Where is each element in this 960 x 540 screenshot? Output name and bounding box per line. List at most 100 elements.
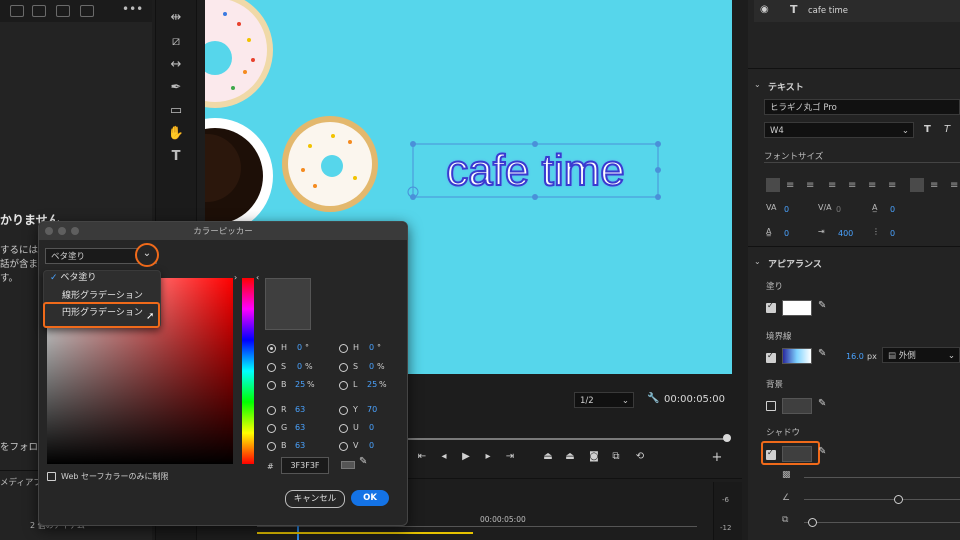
fill-color-swatch[interactable] (782, 300, 812, 316)
yuv-v-radio[interactable] (339, 442, 348, 451)
faux-italic-icon[interactable]: T (944, 124, 950, 135)
hsb-s-value[interactable]: 0 (297, 362, 302, 371)
hsl-s-value[interactable]: 0 (369, 362, 374, 371)
align-top-icon[interactable] (910, 178, 924, 192)
yuv-y-value[interactable]: 70 (367, 405, 377, 414)
hsb-b-value[interactable]: 25 (295, 380, 305, 389)
hsl-h-radio[interactable] (339, 344, 348, 353)
camera-icon[interactable]: ◙ (587, 451, 601, 462)
justify-left-icon[interactable]: ≡ (828, 180, 836, 191)
zoom-select[interactable]: 1/2 ⌄ (574, 392, 634, 408)
rgb-g-value[interactable]: 63 (295, 423, 305, 432)
justify-right-icon[interactable]: ≡ (868, 180, 876, 191)
shadow-distance-slider[interactable] (804, 522, 960, 523)
align-bottom-icon[interactable]: ≡ (950, 180, 958, 191)
icon-view-icon[interactable] (32, 5, 46, 17)
menu-item-solid[interactable]: ✓ ベタ塗り (50, 271, 96, 286)
play-icon[interactable]: ▶ (459, 451, 473, 462)
work-area-bar[interactable] (257, 532, 473, 534)
rgb-r-value[interactable]: 63 (295, 405, 305, 414)
rgb-g-radio[interactable] (267, 424, 276, 433)
stroke-type-select[interactable]: ▤ 外側 ⌄ (882, 347, 960, 363)
font-weight-select[interactable]: W4 ⌄ (764, 122, 914, 138)
align-center-icon[interactable]: ≡ (786, 180, 794, 191)
font-family-select[interactable]: ヒラギノ丸ゴ Pro (764, 99, 960, 115)
hsl-l-radio[interactable] (339, 381, 348, 390)
hue-slider[interactable] (242, 278, 254, 464)
web-safe-checkbox[interactable] (47, 472, 56, 481)
step-forward-icon[interactable]: ▸ (481, 451, 495, 462)
mark-in-icon[interactable]: ⇤ (415, 451, 429, 462)
text-section-toggle-icon[interactable]: ⌄ (754, 80, 761, 89)
align-middle-icon[interactable]: ≡ (930, 180, 938, 191)
slip-icon[interactable]: ↔ (166, 57, 186, 73)
list-view-icon[interactable] (10, 5, 24, 17)
color-swap-icon[interactable] (341, 461, 355, 469)
stroke-eyedropper-icon[interactable]: ✎ (818, 348, 826, 359)
justify-center-icon[interactable]: ≡ (848, 180, 856, 191)
compare-icon[interactable]: ⧉ (609, 451, 623, 462)
appearance-toggle-icon[interactable]: ⌄ (754, 257, 761, 266)
hsb-s-radio[interactable] (267, 363, 276, 372)
scrub-bar[interactable] (407, 438, 727, 440)
hue-arrow-right-icon[interactable]: ‹ (256, 273, 259, 282)
mark-out-icon[interactable]: ⇥ (503, 451, 517, 462)
shadow-checkbox[interactable] (766, 448, 776, 460)
faux-bold-icon[interactable]: T (924, 124, 931, 135)
tracking-value[interactable]: 0 (784, 205, 789, 214)
hex-input[interactable]: 3F3F3F (281, 457, 329, 474)
align-left-icon[interactable] (766, 178, 780, 192)
razor-icon[interactable]: ⧄ (166, 34, 186, 50)
yuv-y-radio[interactable] (339, 406, 348, 415)
ripple-edit-icon[interactable]: ⇹ (166, 10, 186, 26)
pen-icon[interactable]: ✒ (166, 80, 186, 96)
scrub-handle[interactable] (723, 434, 731, 442)
rgb-b-radio[interactable] (267, 442, 276, 451)
cancel-button[interactable]: キャンセル (285, 490, 345, 508)
rectangle-icon[interactable]: ▭ (166, 103, 186, 119)
background-eyedropper-icon[interactable]: ✎ (818, 398, 826, 409)
shadow-angle-handle[interactable] (894, 495, 903, 504)
shadow-eyedropper-icon[interactable]: ✎ (818, 446, 826, 457)
cc-icon[interactable] (80, 5, 94, 17)
fill-type-dropdown-button[interactable]: ⌄ (135, 243, 159, 267)
yuv-u-radio[interactable] (339, 424, 348, 433)
picker-eyedropper-icon[interactable]: ✎ (359, 456, 367, 467)
lift-icon[interactable]: ⏏ (541, 451, 555, 462)
tab-width-value[interactable]: 0 (890, 229, 895, 238)
hsl-s-radio[interactable] (339, 363, 348, 372)
type-tool-icon[interactable]: T (166, 149, 186, 165)
font-size-slider[interactable] (764, 162, 960, 163)
background-color-swatch[interactable] (782, 398, 812, 414)
hsb-h-radio[interactable] (267, 344, 276, 353)
visibility-eye-icon[interactable]: ◉ (760, 4, 769, 15)
hsl-l-value[interactable]: 25 (367, 380, 377, 389)
rgb-b-value[interactable]: 63 (295, 441, 305, 450)
hsb-b-radio[interactable] (267, 381, 276, 390)
rgb-r-radio[interactable] (267, 406, 276, 415)
stroke-color-swatch[interactable] (782, 348, 812, 364)
layer-row[interactable]: ◉ T cafe time (754, 0, 960, 22)
yuv-u-value[interactable]: 0 (369, 423, 374, 432)
fill-checkbox[interactable] (766, 301, 776, 313)
extract-icon[interactable]: ⏏ (563, 451, 577, 462)
add-button-icon[interactable]: + (710, 450, 724, 465)
shadow-opacity-slider[interactable] (804, 477, 960, 478)
hand-icon[interactable]: ✋ (166, 126, 186, 142)
kerning-value[interactable]: 0 (836, 205, 841, 214)
stroke-width-value[interactable]: 16.0 (846, 352, 864, 361)
hue-arrow-left-icon[interactable]: › (234, 273, 237, 282)
hsl-h-value[interactable]: 0 (369, 343, 374, 352)
stroke-checkbox[interactable] (766, 351, 776, 363)
freeform-view-icon[interactable] (56, 5, 70, 17)
hsb-h-value[interactable]: 0 (297, 343, 302, 352)
shadow-angle-slider[interactable] (804, 499, 960, 500)
background-checkbox[interactable] (766, 401, 776, 411)
yuv-v-value[interactable]: 0 (369, 441, 374, 450)
step-back-icon[interactable]: ◂ (437, 451, 451, 462)
baseline-shift-value[interactable]: 0 (890, 205, 895, 214)
more-icon[interactable]: ••• (122, 2, 143, 16)
wrench-icon[interactable]: 🔧 (647, 393, 659, 404)
tsume-value[interactable]: 400 (838, 229, 853, 238)
proxy-icon[interactable]: ⟲ (633, 451, 647, 462)
